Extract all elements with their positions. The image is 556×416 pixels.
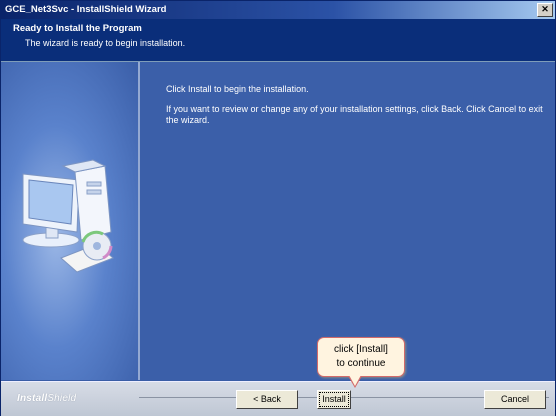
- computer-and-disc-icon: [22, 159, 114, 273]
- cancel-button[interactable]: Cancel: [484, 390, 546, 409]
- review-settings-text: If you want to review or change any of y…: [166, 104, 543, 125]
- callout-line-1: click [Install]: [334, 344, 388, 355]
- page-title: Ready to Install the Program: [13, 23, 142, 34]
- tutorial-callout: click [Install] to continue: [317, 337, 405, 388]
- installshield-logo: InstallShield: [17, 393, 77, 404]
- installer-window: GCE_Net3Svc - InstallShield Wizard ✕ Rea…: [0, 0, 556, 416]
- install-button[interactable]: Install: [317, 390, 351, 409]
- left-illustration-panel: [1, 62, 138, 380]
- button-bar: InstallShield < Back Install Cancel: [1, 381, 555, 416]
- back-button[interactable]: < Back: [236, 390, 298, 409]
- title-bar[interactable]: GCE_Net3Svc - InstallShield Wizard ✕: [1, 1, 555, 19]
- wizard-header: Ready to Install the Program The wizard …: [1, 19, 555, 62]
- page-subtitle: The wizard is ready to begin installatio…: [25, 38, 186, 48]
- main-content: Click Install to begin the installation.…: [140, 62, 555, 380]
- callout-line-2: to continue: [336, 358, 386, 369]
- instruction-text: Click Install to begin the installation.: [166, 84, 309, 94]
- close-icon[interactable]: ✕: [537, 3, 553, 17]
- callout-pointer-fill: [349, 375, 361, 386]
- window-title: GCE_Net3Svc - InstallShield Wizard: [5, 4, 167, 15]
